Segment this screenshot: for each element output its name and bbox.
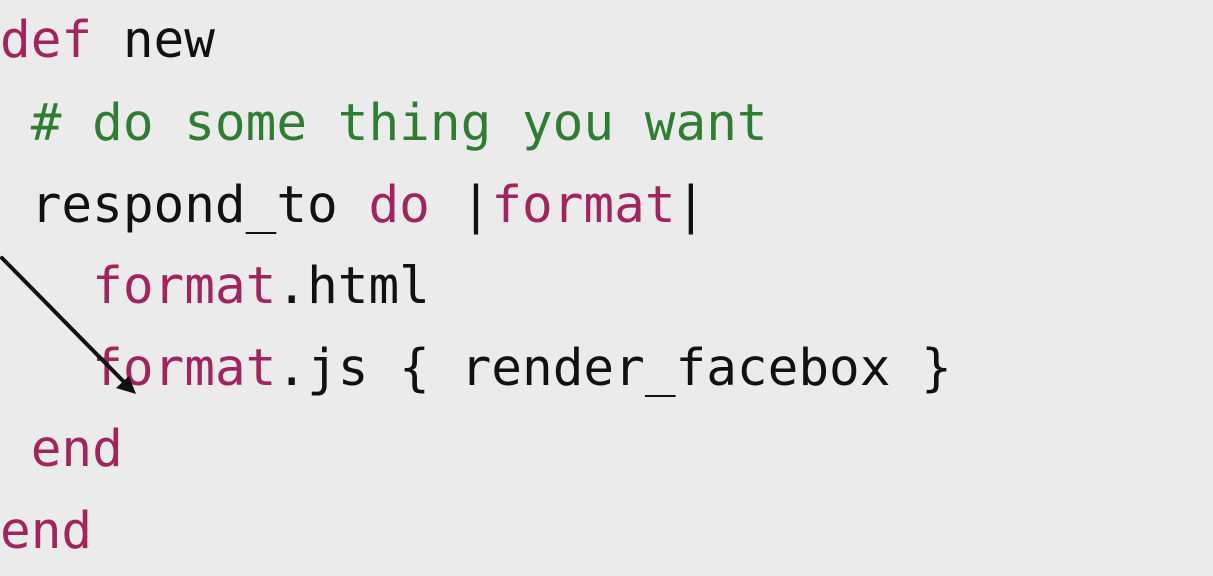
- code-token: |: [675, 176, 707, 235]
- code-line-2: # do some thing you want: [0, 88, 768, 160]
- code-token: |: [429, 176, 492, 235]
- code-token: format: [92, 257, 277, 316]
- code-line-7: end: [0, 496, 92, 568]
- code-line-3: respond_to do |format|: [0, 170, 707, 242]
- code-token: do: [368, 176, 430, 235]
- code-token: def: [0, 11, 93, 70]
- code-line-4: format.html: [0, 251, 430, 323]
- code-line-6: end: [0, 414, 123, 486]
- code-token: .html: [276, 257, 430, 316]
- code-block: def new # do some thing you want respond…: [0, 0, 1213, 576]
- code-token: format: [92, 339, 277, 398]
- code-line-5: format.js { render_facebox }: [0, 333, 952, 405]
- code-line-1: def new: [0, 5, 215, 77]
- code-token: end: [0, 502, 93, 561]
- code-token: # do some thing you want: [0, 94, 768, 153]
- code-token: .js { render_facebox }: [276, 339, 952, 398]
- code-token: respond_to: [0, 176, 369, 235]
- code-token: format: [491, 176, 676, 235]
- code-token: new: [92, 11, 215, 70]
- code-token: end: [30, 420, 123, 479]
